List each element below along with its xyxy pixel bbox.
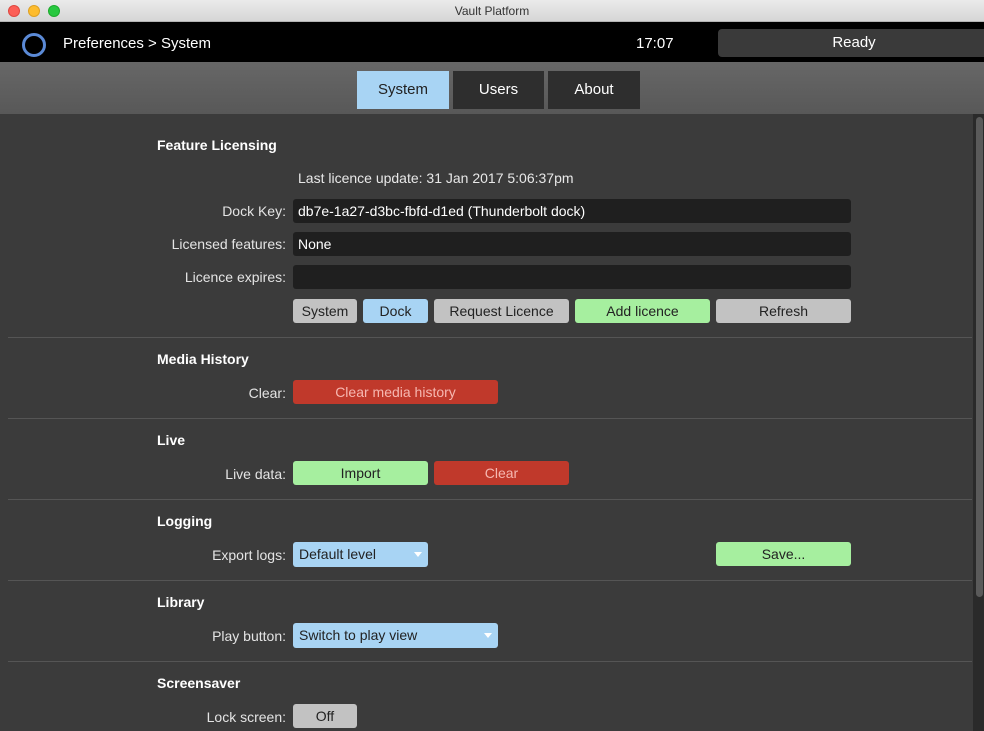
licence-expires-field [293, 265, 851, 289]
refresh-button[interactable]: Refresh [716, 299, 851, 323]
licence-expires-label: Licence expires: [184, 269, 286, 285]
play-button-label: Play button: [212, 628, 286, 644]
section-title-screensaver: Screensaver [157, 675, 241, 691]
section-title-live: Live [157, 432, 186, 448]
divider [8, 661, 972, 662]
live-clear-button[interactable]: Clear [434, 461, 569, 485]
log-level-value: Default level [299, 546, 377, 562]
window-titlebar: Vault Platform [0, 0, 984, 22]
last-licence-update: Last licence update: 31 Jan 2017 5:06:37… [298, 170, 574, 186]
divider [8, 580, 972, 581]
chevron-down-icon [484, 633, 492, 638]
licence-dock-button[interactable]: Dock [363, 299, 428, 323]
section-title-licensing: Feature Licensing [157, 137, 277, 153]
tab-system[interactable]: System [357, 71, 449, 109]
divider [8, 499, 972, 500]
divider [8, 418, 972, 419]
export-logs-label: Export logs: [212, 547, 286, 563]
section-title-library: Library [157, 594, 205, 610]
clock: 17:07 [636, 35, 674, 52]
divider [8, 337, 972, 338]
breadcrumb: Preferences > System [63, 35, 211, 52]
request-licence-button[interactable]: Request Licence [434, 299, 569, 323]
live-import-button[interactable]: Import [293, 461, 428, 485]
tab-about[interactable]: About [548, 71, 640, 109]
circle-logo-icon[interactable] [22, 33, 46, 57]
licensed-features-field: None [293, 232, 851, 256]
clear-media-label: Clear: [248, 385, 286, 401]
live-data-label: Live data: [225, 466, 286, 482]
clear-media-history-button[interactable]: Clear media history [293, 380, 498, 404]
app-header: Preferences > System 17:07 Ready [0, 22, 984, 62]
tab-users[interactable]: Users [453, 71, 544, 109]
licence-system-button[interactable]: System [293, 299, 357, 323]
tab-bar: System Users About [0, 62, 984, 114]
window-title: Vault Platform [454, 4, 530, 18]
section-title-logging: Logging [157, 513, 213, 529]
add-licence-button[interactable]: Add licence [575, 299, 710, 323]
status-indicator: Ready [718, 29, 984, 57]
scrollbar-thumb[interactable] [976, 117, 983, 597]
save-logs-button[interactable]: Save... [716, 542, 851, 566]
lock-screen-label: Lock screen: [206, 709, 286, 725]
lock-screen-toggle[interactable]: Off [293, 704, 357, 728]
section-title-media-history: Media History [157, 351, 249, 367]
dock-key-field: db7e-1a27-d3bc-fbfd-d1ed (Thunderbolt do… [293, 199, 851, 223]
play-button-select[interactable]: Switch to play view [293, 623, 498, 648]
play-button-value: Switch to play view [299, 627, 418, 643]
licensed-features-label: Licensed features: [171, 236, 286, 252]
dock-key-label: Dock Key: [222, 203, 286, 219]
chevron-down-icon [414, 552, 422, 557]
log-level-select[interactable]: Default level [293, 542, 428, 567]
